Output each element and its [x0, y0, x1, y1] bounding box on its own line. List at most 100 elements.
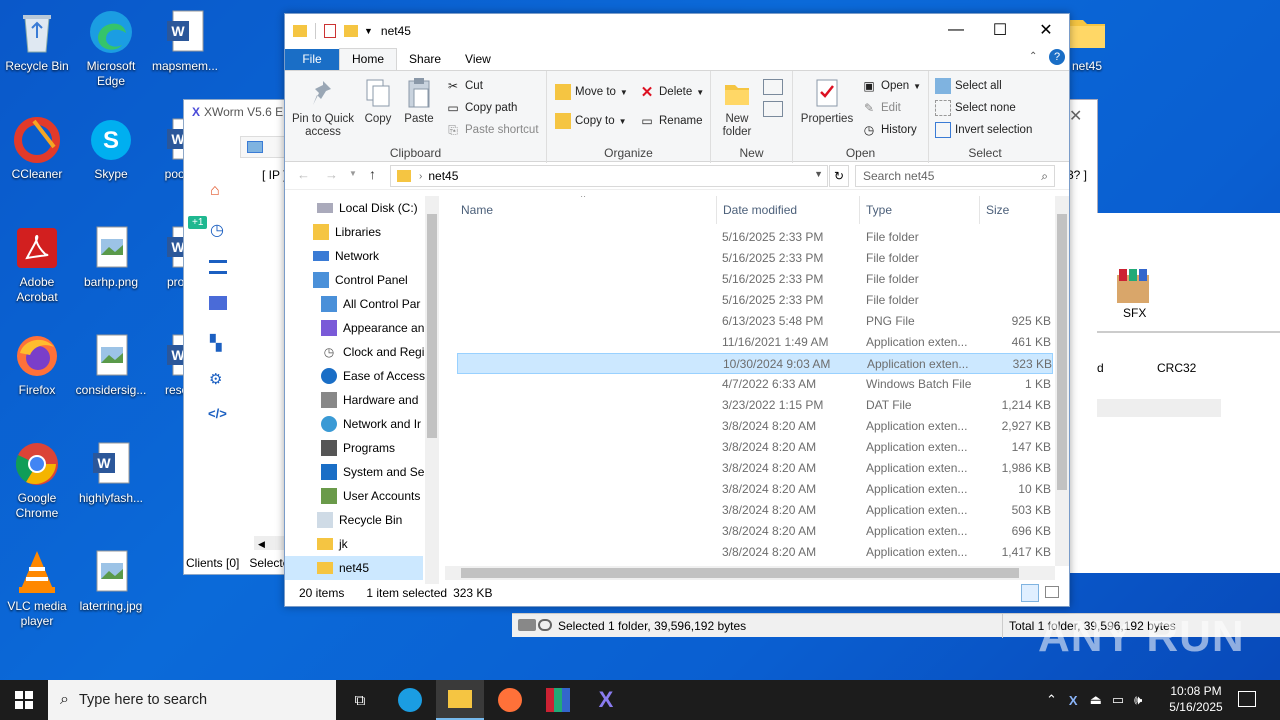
close-button[interactable]: ✕ [1023, 14, 1069, 46]
usb-icon[interactable]: ⏏ [1090, 692, 1102, 708]
edit-button[interactable]: ✎ Edit [861, 99, 901, 117]
invert-selection-button[interactable]: Invert selection [935, 121, 1032, 139]
vscrollbar-thumb[interactable] [1057, 214, 1067, 490]
file-row[interactable]: Plugins5/16/2025 2:33 PMFile folder [457, 269, 1053, 290]
tab-home[interactable]: Home [339, 48, 398, 70]
nav-item-appearance[interactable]: Appearance an [321, 316, 424, 340]
desktop-monitor-icon[interactable] [209, 296, 227, 310]
address-box[interactable]: › net45 ▼ [390, 165, 828, 187]
column-header-type[interactable]: Type [860, 196, 980, 224]
settings-icon[interactable]: ⚙ [209, 370, 222, 388]
search-input[interactable]: Search net45 [863, 169, 934, 183]
new-item-icon[interactable] [763, 79, 783, 95]
archive-window[interactable]: SFX d CRC32 [1066, 213, 1280, 573]
nav-item-programs[interactable]: Programs [321, 436, 395, 460]
maximize-button[interactable]: ☐ [977, 14, 1023, 46]
rename-button[interactable]: ▭ Rename [639, 112, 702, 130]
file-row[interactable]: GMap.NET.WindowsForms.dll3/8/2024 8:20 A… [457, 437, 1053, 458]
nav-item-all-control-panel[interactable]: All Control Par [321, 292, 420, 316]
collapse-ribbon-icon[interactable]: ⌃ [1029, 51, 1037, 62]
easy-access-icon[interactable] [763, 101, 783, 117]
file-row[interactable]: FastColoredTextBox.dll10/30/2024 9:03 AM… [457, 353, 1053, 374]
file-row[interactable]: GeoIP.dat3/23/2022 1:15 PMDAT File1,214 … [457, 395, 1053, 416]
file-row[interactable]: Newtonsoft.Json.dll3/8/2024 8:20 AMAppli… [457, 521, 1053, 542]
nav-item-network-internet[interactable]: Network and Ir [321, 412, 421, 436]
minimize-button[interactable]: — [933, 14, 979, 46]
clock-icon[interactable]: ◷ [210, 220, 224, 240]
close-icon[interactable]: ✕ [1069, 106, 1082, 126]
hscrollbar-thumb[interactable] [461, 568, 1019, 578]
file-row[interactable]: Icons5/16/2025 2:33 PMFile folder [457, 227, 1053, 248]
cut-button[interactable]: ✂ Cut [445, 77, 483, 95]
pin-quick-access-button[interactable]: Pin to Quick access [289, 77, 357, 139]
desktop-icon-considersig[interactable]: considersig... [74, 332, 148, 398]
xworm-tray-icon[interactable]: X [1069, 693, 1078, 708]
open-button[interactable]: ▣ Open ▼ [861, 77, 921, 95]
file-list-hscrollbar[interactable] [445, 566, 1055, 580]
back-arrow-icon[interactable]: ← [297, 167, 310, 182]
code-icon[interactable]: </> [208, 406, 227, 421]
nav-item-ease-of-access[interactable]: Ease of Access [321, 364, 425, 388]
desktop-icon-recycle-bin[interactable]: Recycle Bin [0, 8, 74, 74]
properties-quick-icon[interactable] [324, 24, 336, 38]
sfx-icon[interactable] [1113, 269, 1153, 305]
select-all-button[interactable]: Select all [935, 77, 1002, 95]
nav-scrollbar-thumb[interactable] [427, 214, 437, 438]
file-row[interactable]: SimpleObfuscator.dll3/8/2024 8:20 AMAppl… [457, 542, 1053, 563]
new-folder-button[interactable]: New folder [715, 77, 759, 139]
taskbar-firefox[interactable] [486, 680, 534, 720]
refresh-icon[interactable]: ↻ [829, 165, 849, 187]
copy-button[interactable]: Copy [361, 77, 395, 126]
file-row[interactable]: Fixer.bat4/7/2022 6:33 AMWindows Batch F… [457, 374, 1053, 395]
tab-file[interactable]: File [285, 49, 339, 70]
up-arrow-icon[interactable]: ↑ [369, 166, 376, 182]
column-header-date[interactable]: Date modified [717, 196, 860, 224]
file-row[interactable]: IconExtractor.dll3/8/2024 8:20 AMApplica… [457, 479, 1053, 500]
file-row[interactable]: Sounds5/16/2025 2:33 PMFile folder [457, 290, 1053, 311]
nav-item-local-disk[interactable]: Local Disk (C:) [317, 196, 418, 220]
chevron-up-icon[interactable]: ⌃ [1046, 692, 1057, 708]
tab-share[interactable]: Share [397, 49, 453, 70]
nav-scrollbar[interactable] [425, 196, 439, 584]
column-header-size[interactable]: Size [980, 196, 1050, 224]
list-icon[interactable] [209, 260, 227, 274]
desktop-icon-edge[interactable]: Microsoft Edge [74, 8, 148, 89]
nav-item-recycle-bin[interactable]: Recycle Bin [317, 508, 402, 532]
tab-view[interactable]: View [453, 49, 503, 70]
move-to-button[interactable]: Move to ▼ [555, 83, 628, 101]
large-icons-view-icon[interactable] [1045, 586, 1059, 598]
desktop-icon-highlyfash[interactable]: W highlyfash... [74, 440, 148, 506]
nav-item-user-accounts[interactable]: User Accounts [321, 484, 420, 508]
quick-access-dropdown-icon[interactable]: ▼ [364, 26, 373, 36]
nav-item-system-security[interactable]: System and Se [321, 460, 424, 484]
paste-shortcut-button[interactable]: ⎘ Paste shortcut [445, 121, 538, 139]
dashboard-icon[interactable]: ▚ [210, 334, 222, 352]
taskbar-winrar[interactable] [534, 680, 582, 720]
nav-item-network[interactable]: Network [313, 244, 379, 268]
home-icon[interactable]: ⌂ [210, 182, 220, 200]
search-box[interactable]: Search net45 ⌕ [855, 165, 1055, 187]
file-row[interactable]: DotNetZip.dll11/16/2021 1:49 AMApplicati… [457, 332, 1053, 353]
clock[interactable]: 10:08 PM 5/16/2025 [1164, 683, 1228, 715]
archive-row[interactable] [1097, 399, 1221, 417]
taskbar-file-explorer[interactable] [436, 680, 484, 720]
desktop-icon-skype[interactable]: S Skype [74, 116, 148, 182]
file-explorer-window[interactable]: ▼ net45 — ☐ ✕ File Home Share View ⌃ ? P… [284, 13, 1070, 607]
desktop-icon-chrome[interactable]: Google Chrome [0, 440, 74, 521]
desktop-icon-ccleaner[interactable]: CCleaner [0, 116, 74, 182]
file-row[interactable]: Background.png6/13/2023 5:48 PMPNG File9… [457, 311, 1053, 332]
help-icon[interactable]: ? [1049, 49, 1065, 65]
nav-item-net45[interactable]: net45 [285, 556, 423, 580]
taskbar-edge[interactable] [386, 680, 434, 720]
properties-button[interactable]: Properties [799, 77, 855, 126]
notification-icon[interactable] [1238, 691, 1256, 707]
task-view-button[interactable]: ⧉ [336, 680, 384, 720]
history-button[interactable]: ◷ History [861, 121, 917, 139]
file-row[interactable]: GMap.NET.Core.dll3/8/2024 8:20 AMApplica… [457, 416, 1053, 437]
details-view-icon[interactable] [1021, 584, 1039, 602]
nav-item-control-panel[interactable]: Control Panel [313, 268, 408, 292]
recent-dropdown-icon[interactable]: ▼ [349, 169, 357, 178]
paste-button[interactable]: Paste [401, 77, 437, 126]
desktop-icon-firefox[interactable]: Firefox [0, 332, 74, 398]
desktop-icon-acrobat[interactable]: Adobe Acrobat [0, 224, 74, 305]
